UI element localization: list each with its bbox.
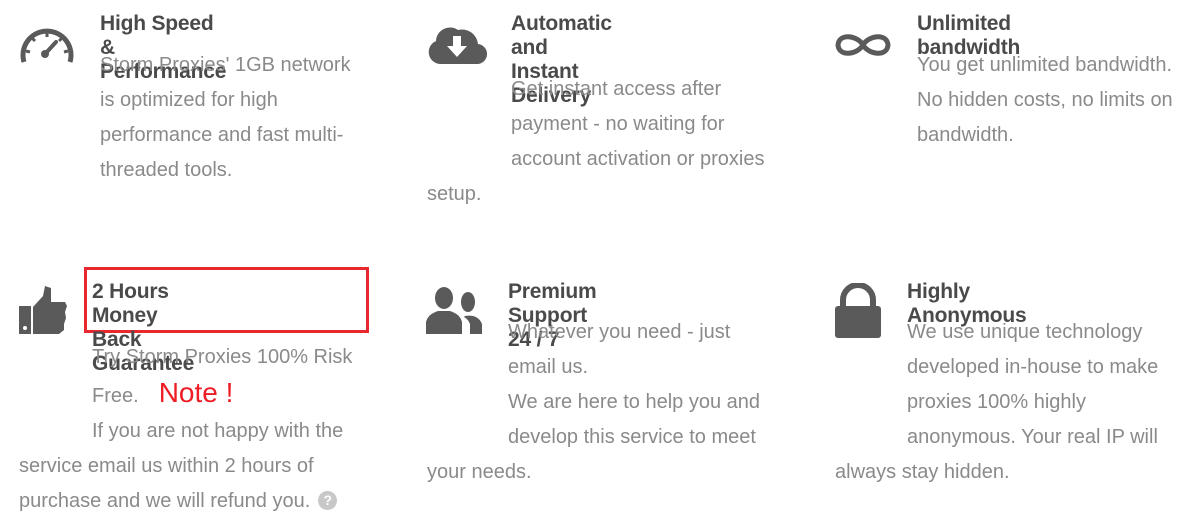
desc-line: your needs. xyxy=(427,461,532,483)
feature-description: Storm Proxies' 1GB network is optimized … xyxy=(100,48,400,188)
desc-line: Whatever you need - just xyxy=(508,321,731,343)
help-icon[interactable]: ? xyxy=(318,491,338,510)
desc-line: Storm Proxies' 1GB network xyxy=(100,54,351,76)
feature-description: Get instant access after payment - no wa… xyxy=(427,72,807,212)
desc-line: We use unique technology xyxy=(907,321,1143,343)
feature-description: Whatever you need - just email us. We ar… xyxy=(427,315,807,490)
desc-line: setup. xyxy=(427,183,482,205)
desc-line: is optimized for high xyxy=(100,89,278,111)
desc-line: purchase and we will refund you.? xyxy=(19,484,399,519)
desc-line: account activation or proxies xyxy=(511,148,765,170)
desc-line: threaded tools. xyxy=(100,159,233,181)
desc-line: develop this service to meet xyxy=(508,426,756,448)
desc-line: Get instant access after xyxy=(511,78,722,100)
desc-line: payment - no waiting for xyxy=(511,113,725,135)
infinity-icon xyxy=(835,34,891,56)
feature-description: You get unlimited bandwidth. No hidden c… xyxy=(917,48,1200,153)
desc-line: Try Storm Proxies 100% Risk xyxy=(92,346,353,368)
desc-line: If you are not happy with the xyxy=(92,420,344,442)
desc-line: You get unlimited bandwidth. xyxy=(917,54,1172,76)
desc-line: Free. Note ! xyxy=(19,375,399,414)
cloud-download-icon xyxy=(428,27,487,64)
desc-line: service email us within 2 hours of xyxy=(19,455,314,477)
desc-line: anonymous. Your real IP will xyxy=(907,426,1158,448)
desc-text: purchase and we will refund you. xyxy=(19,490,311,512)
note-annotation: Note ! xyxy=(158,377,234,408)
thumbs-up-icon xyxy=(19,286,67,334)
desc-line: developed in-house to make xyxy=(907,356,1159,378)
feature-description: We use unique technology developed in-ho… xyxy=(835,315,1200,490)
desc-line: proxies 100% highly xyxy=(907,391,1086,413)
desc-line: bandwidth. xyxy=(917,124,1014,146)
desc-line: We are here to help you and xyxy=(508,391,761,413)
speedometer-icon xyxy=(20,28,74,63)
desc-text: Free. xyxy=(92,385,139,407)
desc-line: email us. xyxy=(508,356,589,378)
desc-line: performance and fast multi- xyxy=(100,124,344,146)
feature-description: Try Storm Proxies 100% Risk Free. Note ! … xyxy=(19,340,399,519)
desc-line: No hidden costs, no limits on xyxy=(917,89,1173,111)
desc-line: always stay hidden. xyxy=(835,461,1010,483)
